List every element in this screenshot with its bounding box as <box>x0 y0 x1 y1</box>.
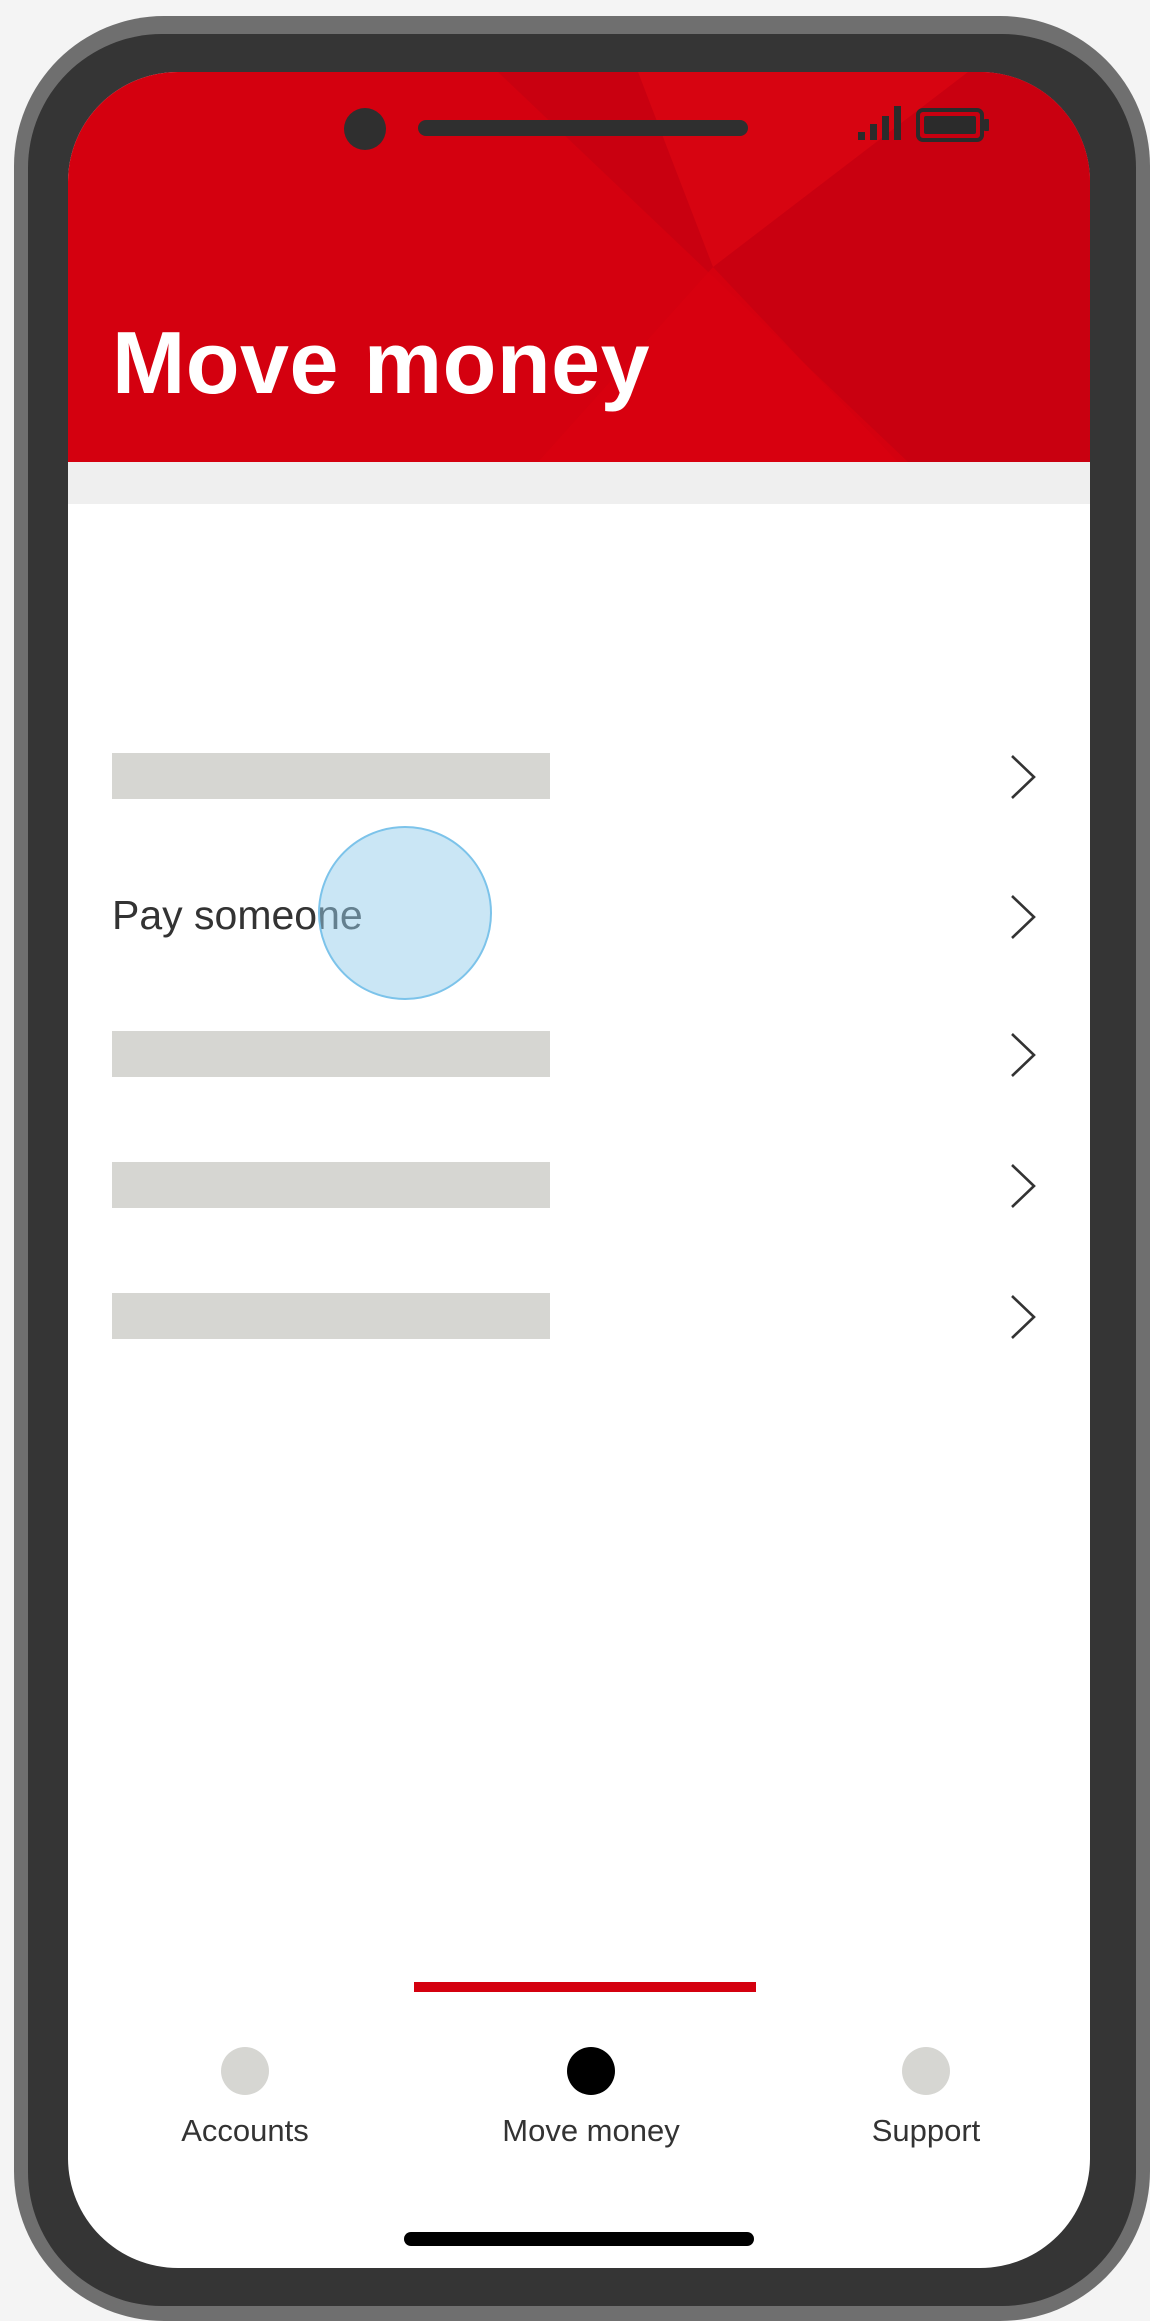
tab-move-money[interactable]: Move money <box>461 2047 721 2157</box>
tab-label: Accounts <box>181 2113 309 2148</box>
list-item-placeholder <box>112 1162 550 1208</box>
list-item[interactable] <box>68 728 1090 824</box>
chevron-right-icon <box>1011 1033 1036 1077</box>
list-item-placeholder <box>112 1031 550 1077</box>
battery-icon <box>916 108 989 142</box>
earpiece-speaker <box>418 120 748 136</box>
list-item-placeholder <box>112 1293 550 1339</box>
chevron-right-icon <box>1011 895 1036 939</box>
active-tab-indicator <box>414 1982 756 1992</box>
tab-support[interactable]: Support <box>796 2047 1056 2157</box>
list-item[interactable] <box>68 1006 1090 1102</box>
chevron-right-icon <box>1011 1295 1036 1339</box>
list-item-pay-someone[interactable]: Pay someone <box>68 868 1090 964</box>
support-tab-icon <box>902 2047 950 2095</box>
page-title: Move money <box>112 313 651 412</box>
front-camera <box>344 108 386 150</box>
tab-label: Support <box>871 2113 981 2148</box>
touch-indicator <box>318 826 492 1000</box>
accounts-tab-icon <box>221 2047 269 2095</box>
header-divider <box>68 462 1090 504</box>
tab-label: Move money <box>502 2113 680 2148</box>
status-icons <box>858 102 998 151</box>
list-item-placeholder <box>112 753 550 799</box>
tab-accounts[interactable]: Accounts <box>115 2047 375 2157</box>
move-money-tab-icon <box>567 2047 615 2095</box>
signal-icon <box>858 106 901 140</box>
home-indicator[interactable] <box>404 2232 754 2246</box>
app-screen: Move money Pay someone Accounts Move mon… <box>68 72 1090 2268</box>
chevron-right-icon <box>1011 1164 1036 1208</box>
app-header: Move money <box>68 72 1090 462</box>
chevron-right-icon <box>1011 755 1036 799</box>
list-item[interactable] <box>68 1137 1090 1233</box>
list-item[interactable] <box>68 1268 1090 1364</box>
